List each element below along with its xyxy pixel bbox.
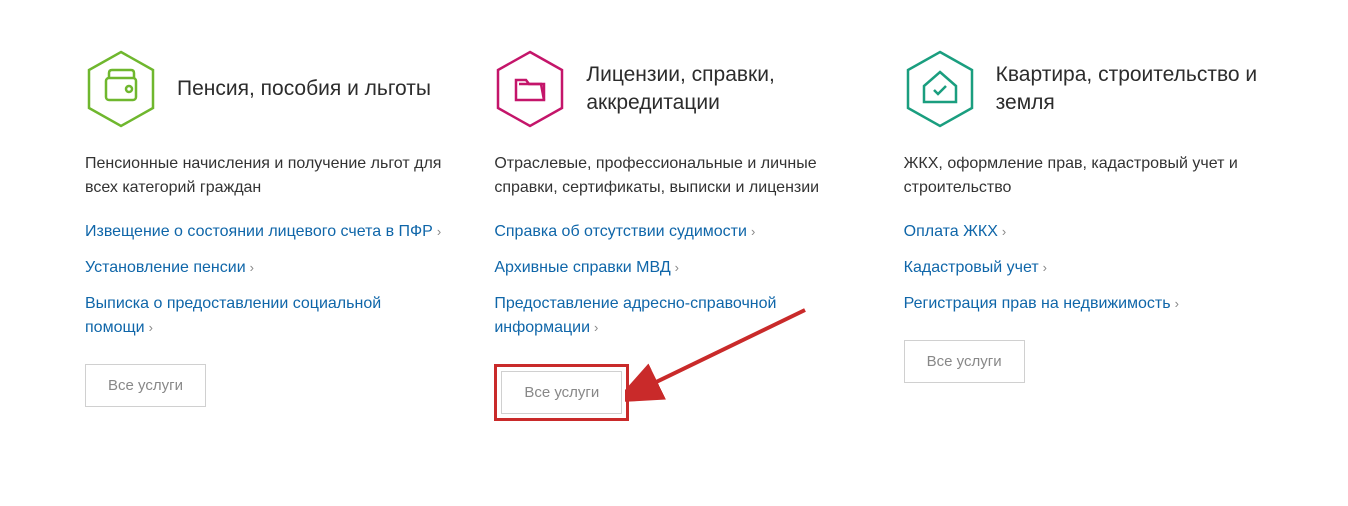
chevron-right-icon: › — [1043, 260, 1047, 275]
chevron-right-icon: › — [149, 320, 153, 335]
chevron-right-icon: › — [1175, 296, 1179, 311]
card-title: Лицензии, справки, аккредитации — [586, 61, 853, 118]
link-text: Кадастровый учет — [904, 259, 1039, 276]
link-text: Выписка о предоставлении социальной помо… — [85, 295, 381, 336]
all-services-button[interactable]: Все услуги — [85, 364, 206, 407]
service-link[interactable]: Справка об отсутствии судимости › — [494, 220, 853, 244]
service-card-housing: Квартира, строительство и земля ЖКХ, офо… — [904, 50, 1263, 421]
card-links: Справка об отсутствии судимости › Архивны… — [494, 220, 853, 340]
service-card-licenses: Лицензии, справки, аккредитации Отраслев… — [494, 50, 853, 421]
service-link[interactable]: Регистрация прав на недвижимость › — [904, 292, 1263, 316]
link-text: Предоставление адресно-справочной информ… — [494, 295, 776, 336]
folder-icon — [494, 50, 566, 128]
card-description: Отраслевые, профессиональные и личные сп… — [494, 152, 853, 200]
house-icon — [904, 50, 976, 128]
chevron-right-icon: › — [437, 224, 441, 239]
card-description: ЖКХ, оформление прав, кадастровый учет и… — [904, 152, 1263, 200]
card-description: Пенсионные начисления и получение льгот … — [85, 152, 444, 200]
link-text: Извещение о состоянии лицевого счета в П… — [85, 223, 433, 240]
link-text: Оплата ЖКХ — [904, 223, 998, 240]
highlight-annotation: Все услуги — [494, 364, 629, 421]
service-link[interactable]: Архивные справки МВД › — [494, 256, 853, 280]
chevron-right-icon: › — [250, 260, 254, 275]
service-card-pension: Пенсия, пособия и льготы Пенсионные начи… — [85, 50, 444, 421]
chevron-right-icon: › — [594, 320, 598, 335]
card-links: Оплата ЖКХ › Кадастровый учет › Регистраци… — [904, 220, 1263, 316]
service-cards-container: Пенсия, пособия и льготы Пенсионные начи… — [85, 50, 1263, 421]
all-services-button[interactable]: Все услуги — [501, 371, 622, 414]
chevron-right-icon: › — [751, 224, 755, 239]
link-text: Справка об отсутствии судимости — [494, 223, 747, 240]
card-header: Лицензии, справки, аккредитации — [494, 50, 853, 128]
card-links: Извещение о состоянии лицевого счета в П… — [85, 220, 444, 340]
card-title: Пенсия, пособия и льготы — [177, 75, 431, 103]
link-text: Установление пенсии — [85, 259, 246, 276]
chevron-right-icon: › — [1002, 224, 1006, 239]
service-link[interactable]: Предоставление адресно-справочной информ… — [494, 292, 853, 340]
service-link[interactable]: Установление пенсии › — [85, 256, 444, 280]
link-text: Архивные справки МВД — [494, 259, 670, 276]
link-text: Регистрация прав на недвижимость — [904, 295, 1171, 312]
service-link[interactable]: Оплата ЖКХ › — [904, 220, 1263, 244]
all-services-button[interactable]: Все услуги — [904, 340, 1025, 383]
card-title: Квартира, строительство и земля — [996, 61, 1263, 118]
service-link[interactable]: Кадастровый учет › — [904, 256, 1263, 280]
card-header: Квартира, строительство и земля — [904, 50, 1263, 128]
chevron-right-icon: › — [675, 260, 679, 275]
card-header: Пенсия, пособия и льготы — [85, 50, 444, 128]
service-link[interactable]: Выписка о предоставлении социальной помо… — [85, 292, 444, 340]
service-link[interactable]: Извещение о состоянии лицевого счета в П… — [85, 220, 444, 244]
wallet-icon — [85, 50, 157, 128]
